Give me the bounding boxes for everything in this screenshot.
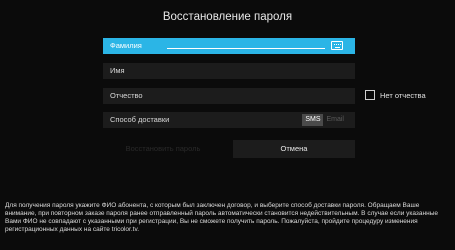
delivery-label: Способ доставки xyxy=(110,115,170,124)
surname-field[interactable]: Фамилия xyxy=(103,38,355,54)
restore-password-button[interactable]: Восстановить пароль xyxy=(103,140,223,158)
dialog-title: Восстановление пароля xyxy=(162,11,293,23)
name-label: Имя xyxy=(110,66,125,75)
patronymic-label: Отчество xyxy=(110,91,143,100)
cancel-button[interactable]: Отмена xyxy=(233,140,355,158)
delivery-toggle[interactable]: SMS Email xyxy=(302,114,347,126)
delivery-option-email[interactable]: Email xyxy=(323,114,347,126)
checkbox-icon[interactable] xyxy=(365,90,375,101)
delivery-option-sms[interactable]: SMS xyxy=(302,114,324,126)
info-text: Для получения пароля укажите ФИО абонент… xyxy=(5,202,438,234)
keyboard-icon[interactable] xyxy=(331,41,343,50)
surname-input[interactable] xyxy=(167,48,325,49)
no-patronymic-label: Нет отчества xyxy=(380,91,426,100)
delivery-field[interactable]: Способ доставки SMS Email xyxy=(103,112,355,128)
surname-label: Фамилия xyxy=(110,41,142,50)
no-patronymic-checkbox[interactable]: Нет отчества xyxy=(365,89,426,103)
patronymic-field[interactable]: Отчество xyxy=(103,88,355,104)
name-field[interactable]: Имя xyxy=(103,63,355,79)
